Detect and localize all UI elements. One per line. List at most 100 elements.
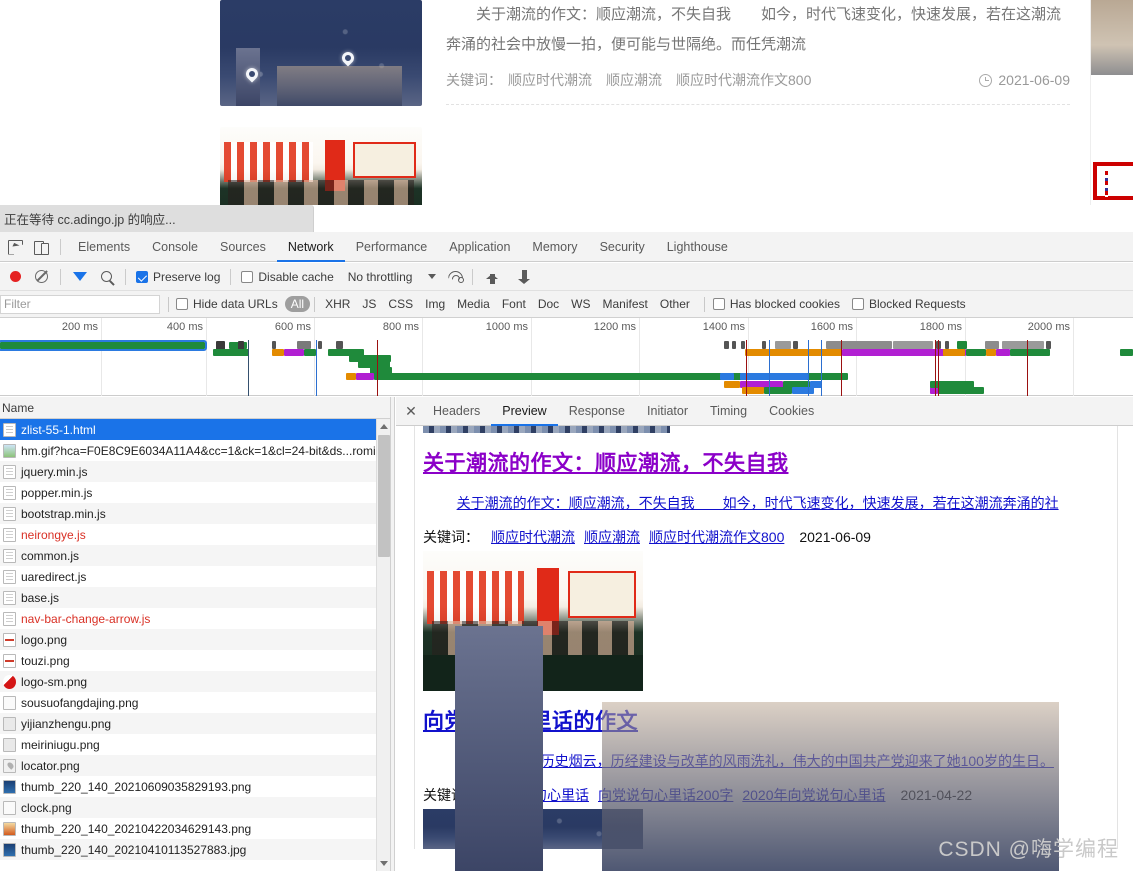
filter-type-font[interactable]: Font	[496, 296, 532, 312]
tab-initiator[interactable]: Initiator	[636, 397, 699, 426]
keyword-link[interactable]: 顺应时代潮流	[491, 527, 575, 547]
close-icon[interactable]: ✕	[400, 400, 422, 422]
request-name: meiriniugu.png	[21, 737, 100, 752]
request-row[interactable]: uaredirect.js	[0, 566, 390, 587]
preserve-log-label: Preserve log	[153, 269, 221, 284]
tab-sources[interactable]: Sources	[209, 232, 277, 262]
request-row[interactable]: thumb_220_140_20210422034629143.png	[0, 818, 390, 839]
preview-content[interactable]: 关于潮流的作文：顺应潮流，不失自我 关于潮流的作文：顺应潮流，不失自我 如今，时…	[396, 426, 1133, 871]
keyword-tag[interactable]: 顺应时代潮流	[508, 70, 592, 90]
filter-type-other[interactable]: Other	[654, 296, 696, 312]
tab-response[interactable]: Response	[558, 397, 636, 426]
scrollbar-thumb[interactable]	[378, 435, 390, 557]
request-row[interactable]: locator.png	[0, 755, 390, 776]
record-icon[interactable]	[2, 264, 28, 290]
clear-icon[interactable]	[28, 264, 54, 290]
tab-network[interactable]: Network	[277, 232, 345, 262]
preserve-log-checkbox[interactable]: Preserve log	[136, 270, 220, 284]
article-body: 关于潮流的作文：顺应潮流，不失自我 关于潮流的作文：顺应潮流，不失自我 如今，时…	[446, 0, 1070, 105]
checkbox-box[interactable]	[851, 298, 864, 310]
export-har-icon[interactable]	[511, 264, 537, 290]
request-row[interactable]: hm.gif?hca=F0E8C9E6034A11A4&cc=1&ck=1&cl…	[0, 440, 390, 461]
blocked-requests-label: Blocked Requests	[868, 297, 966, 311]
filter-type-all[interactable]: All	[284, 296, 311, 312]
has-blocked-cookies-checkbox[interactable]: Has blocked cookies	[712, 297, 840, 311]
hide-data-urls-checkbox[interactable]: Hide data URLs	[176, 297, 278, 311]
article-item[interactable]: 关于潮流的作文：顺应潮流，不失自我 关于潮流的作文：顺应潮流，不失自我 如今，时…	[220, 0, 1070, 106]
checkbox-box[interactable]	[176, 298, 188, 310]
throttling-select[interactable]: No throttling	[348, 270, 437, 284]
tab-performance[interactable]: Performance	[345, 232, 439, 262]
request-row[interactable]: logo-sm.png	[0, 671, 390, 692]
image-icon	[3, 779, 16, 794]
request-row[interactable]: jquery.min.js	[0, 461, 390, 482]
request-row[interactable]: thumb_220_140_20210609035829193.png	[0, 776, 390, 797]
keyword-tag[interactable]: 顺应潮流	[606, 70, 662, 90]
request-row[interactable]: common.js	[0, 545, 390, 566]
tab-lighthouse[interactable]: Lighthouse	[656, 232, 739, 262]
request-row[interactable]: zlist-55-1.html	[0, 419, 390, 440]
article-thumbnail-city[interactable]	[220, 0, 422, 106]
checkbox-box[interactable]	[136, 270, 148, 283]
filter-type-media[interactable]: Media	[451, 296, 496, 312]
device-toolbar-icon[interactable]	[28, 234, 54, 260]
request-row[interactable]: base.js	[0, 587, 390, 608]
request-list-scrollbar[interactable]	[376, 419, 390, 871]
tab-application[interactable]: Application	[438, 232, 521, 262]
inspect-element-icon[interactable]	[2, 234, 28, 260]
image-icon	[3, 842, 16, 857]
tab-preview[interactable]: Preview	[491, 397, 557, 426]
column-header-name: Name	[2, 400, 35, 415]
preview-entry-image	[423, 809, 643, 849]
keyword-link[interactable]: 顺应时代潮流作文800	[649, 527, 784, 547]
disable-cache-checkbox[interactable]: Disable cache	[241, 270, 334, 284]
filter-type-img[interactable]: Img	[419, 296, 451, 312]
search-icon[interactable]	[93, 264, 119, 290]
tab-cookies[interactable]: Cookies	[758, 397, 825, 426]
filter-icon[interactable]	[67, 264, 93, 290]
request-name: zlist-55-1.html	[21, 422, 96, 437]
blocked-requests-checkbox[interactable]: Blocked Requests	[851, 297, 966, 311]
request-row[interactable]: bootstrap.min.js	[0, 503, 390, 524]
filter-type-js[interactable]: JS	[356, 296, 382, 312]
request-row[interactable]: logo.png	[0, 629, 390, 650]
tab-elements[interactable]: Elements	[67, 232, 141, 262]
divider	[60, 238, 61, 255]
checkbox-box[interactable]	[712, 298, 725, 310]
filter-type-ws[interactable]: WS	[565, 296, 596, 312]
scroll-down-icon[interactable]	[380, 861, 388, 866]
script-icon	[3, 548, 16, 563]
tab-console[interactable]: Console	[141, 232, 209, 262]
keyword-tag[interactable]: 顺应时代潮流作文800	[676, 70, 811, 90]
request-row[interactable]: thumb_220_140_20210410113527883.jpg	[0, 839, 390, 860]
filter-type-css[interactable]: CSS	[382, 296, 419, 312]
request-row[interactable]: sousuofangdajing.png	[0, 692, 390, 713]
request-row[interactable]: touzi.png	[0, 650, 390, 671]
filter-type-doc[interactable]: Doc	[532, 296, 565, 312]
filter-type-manifest[interactable]: Manifest	[597, 296, 654, 312]
checkbox-box[interactable]	[241, 270, 254, 283]
keywords-label: 关键词：	[446, 72, 502, 88]
tab-security[interactable]: Security	[589, 232, 656, 262]
request-row[interactable]: popper.min.js	[0, 482, 390, 503]
tab-headers[interactable]: Headers	[422, 397, 491, 426]
script-icon	[3, 527, 16, 542]
request-row[interactable]: meiriniugu.png	[0, 734, 390, 755]
request-row[interactable]: clock.png	[0, 797, 390, 818]
import-har-icon[interactable]	[479, 264, 505, 290]
filter-input[interactable]: Filter	[0, 294, 160, 314]
tab-memory[interactable]: Memory	[521, 232, 588, 262]
network-overview-timeline[interactable]: 200 ms 400 ms 600 ms 800 ms 1000 ms 1200…	[0, 318, 1133, 396]
request-row[interactable]: yijianzhengu.png	[0, 713, 390, 734]
tab-timing[interactable]: Timing	[699, 397, 758, 426]
request-row[interactable]: nav-bar-change-arrow.js	[0, 608, 390, 629]
pane-splitter[interactable]	[390, 397, 395, 871]
scroll-up-icon[interactable]	[380, 424, 388, 429]
network-conditions-icon[interactable]	[446, 264, 466, 290]
request-list[interactable]: zlist-55-1.html hm.gif?hca=F0E8C9E6034A1…	[0, 419, 390, 871]
request-row[interactable]: neirongye.js	[0, 524, 390, 545]
keyword-link[interactable]: 顺应潮流	[584, 527, 640, 547]
preview-entry-title[interactable]: 关于潮流的作文：顺应潮流，不失自我	[423, 447, 1109, 477]
chevron-down-icon[interactable]	[428, 274, 437, 279]
filter-type-xhr[interactable]: XHR	[319, 296, 356, 312]
